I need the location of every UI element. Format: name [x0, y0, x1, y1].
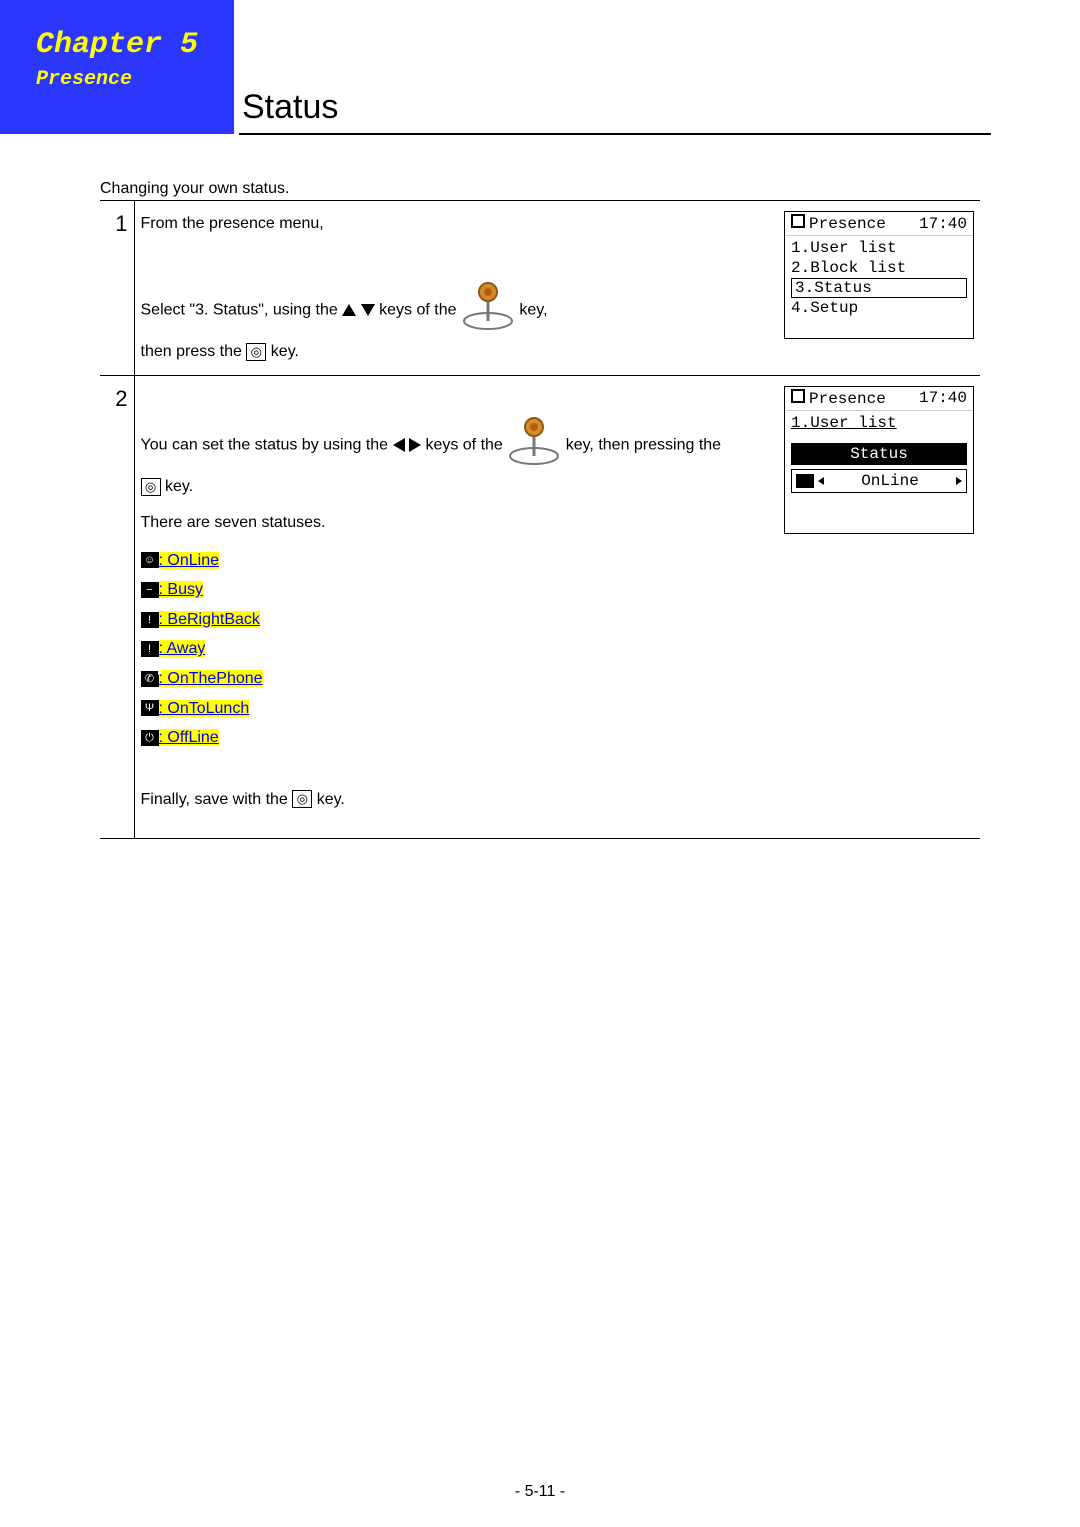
online-icon: ☺	[141, 552, 159, 568]
menu-item: 2.Block list	[791, 258, 967, 278]
screen-title: Presence	[809, 390, 886, 408]
screen-body: 1.User list	[785, 411, 973, 439]
menu-item-selected: 3.Status	[791, 278, 967, 298]
step-screenshot: Presence 17:40 1.User list Status OnLine	[778, 375, 980, 839]
screen-menu: 1.User list 2.Block list 3.Status 4.Setu…	[785, 236, 973, 338]
status-label: : Away	[159, 640, 206, 657]
down-arrow-icon	[361, 304, 375, 316]
intro-text: Changing your own status.	[100, 180, 980, 198]
status-label: : BeRightBack	[159, 611, 260, 628]
offline-icon: ⏻	[141, 730, 159, 746]
status-label: : OffLine	[159, 729, 219, 746]
text: key, then pressing the	[566, 436, 721, 453]
status-label: : OnLine	[159, 552, 219, 569]
title-rule	[239, 133, 991, 135]
away-icon: !	[141, 641, 159, 657]
phone-icon: ✆	[141, 671, 159, 687]
status-value: OnLine	[861, 472, 919, 490]
menu-item: 4.Setup	[791, 298, 967, 318]
breadcrumb: 1.User list	[791, 413, 967, 433]
square-icon	[791, 214, 805, 228]
text: then press the	[141, 343, 247, 360]
text: Select "3. Status", using the	[141, 301, 343, 318]
text: key,	[519, 301, 547, 318]
step2-line2: ◎ key.	[141, 474, 773, 500]
status-busy: −: Busy	[141, 577, 773, 603]
step2-line3: There are seven statuses.	[141, 510, 773, 536]
status-header: Status	[791, 443, 967, 465]
text: key.	[271, 343, 299, 360]
step-number: 1	[100, 201, 134, 376]
screen-time: 17:40	[919, 215, 967, 233]
square-icon	[791, 389, 805, 403]
text: keys of the	[379, 301, 461, 318]
status-online: ☺: OnLine	[141, 548, 773, 574]
steps-table: 1 From the presence menu, Select "3. Sta…	[100, 200, 980, 839]
chapter-label: Chapter 5	[36, 28, 234, 62]
step1-line2: Select "3. Status", using the keys of th…	[141, 281, 773, 340]
step2-line1: You can set the status by using the keys…	[141, 416, 773, 475]
menu-item: 1.User list	[791, 238, 967, 258]
text: key.	[165, 478, 193, 495]
busy-icon: −	[141, 582, 159, 598]
content: Changing your own status. 1 From the pre…	[100, 180, 980, 839]
screen-time: 17:40	[919, 389, 967, 407]
step2-final: Finally, save with the ◎ key.	[141, 787, 773, 813]
step-row: 2 You can set the status by using the ke…	[100, 375, 980, 839]
lunch-icon: Ψ	[141, 700, 159, 716]
text: keys of the	[425, 436, 507, 453]
status-lunch: Ψ: OnToLunch	[141, 696, 773, 722]
brb-icon: !	[141, 612, 159, 628]
page-title: Status	[242, 88, 338, 127]
text: You can set the status by using the	[141, 436, 393, 453]
left-arrow-icon	[393, 438, 405, 452]
step-number: 2	[100, 375, 134, 839]
step-body: You can set the status by using the keys…	[134, 375, 778, 839]
phone-screen-1: Presence 17:40 1.User list 2.Block list …	[784, 211, 974, 339]
enter-key-icon: ◎	[141, 478, 161, 496]
status-value-row: OnLine	[791, 469, 967, 493]
mini-status-icon	[796, 474, 814, 488]
step1-line3: then press the ◎ key.	[141, 339, 773, 365]
left-arrow-small-icon	[818, 477, 824, 485]
chapter-subtitle: Presence	[36, 68, 234, 91]
status-offline: ⏻: OffLine	[141, 725, 773, 751]
text: key.	[317, 791, 345, 808]
status-label: : OnToLunch	[159, 700, 250, 717]
step-row: 1 From the presence menu, Select "3. Sta…	[100, 201, 980, 376]
phone-screen-2: Presence 17:40 1.User list Status OnLine	[784, 386, 974, 534]
step-body: From the presence menu, Select "3. Statu…	[134, 201, 778, 376]
status-phone: ✆: OnThePhone	[141, 666, 773, 692]
status-brb: !: BeRightBack	[141, 607, 773, 633]
chapter-header: Chapter 5 Presence	[0, 0, 234, 134]
enter-key-icon: ◎	[246, 343, 266, 361]
step1-line1: From the presence menu,	[141, 211, 773, 237]
page-footer: - 5-11 -	[0, 1483, 1080, 1501]
right-arrow-icon	[409, 438, 421, 452]
screen-title: Presence	[809, 215, 886, 233]
up-arrow-icon	[342, 304, 356, 316]
enter-key-icon: ◎	[292, 790, 312, 808]
right-arrow-small-icon	[956, 477, 962, 485]
joystick-icon	[461, 281, 515, 340]
step-screenshot: Presence 17:40 1.User list 2.Block list …	[778, 201, 980, 376]
text: Finally, save with the	[141, 791, 293, 808]
status-label: : Busy	[159, 581, 203, 598]
status-away: !: Away	[141, 636, 773, 662]
status-label: : OnThePhone	[159, 670, 263, 687]
joystick-icon	[507, 416, 561, 475]
